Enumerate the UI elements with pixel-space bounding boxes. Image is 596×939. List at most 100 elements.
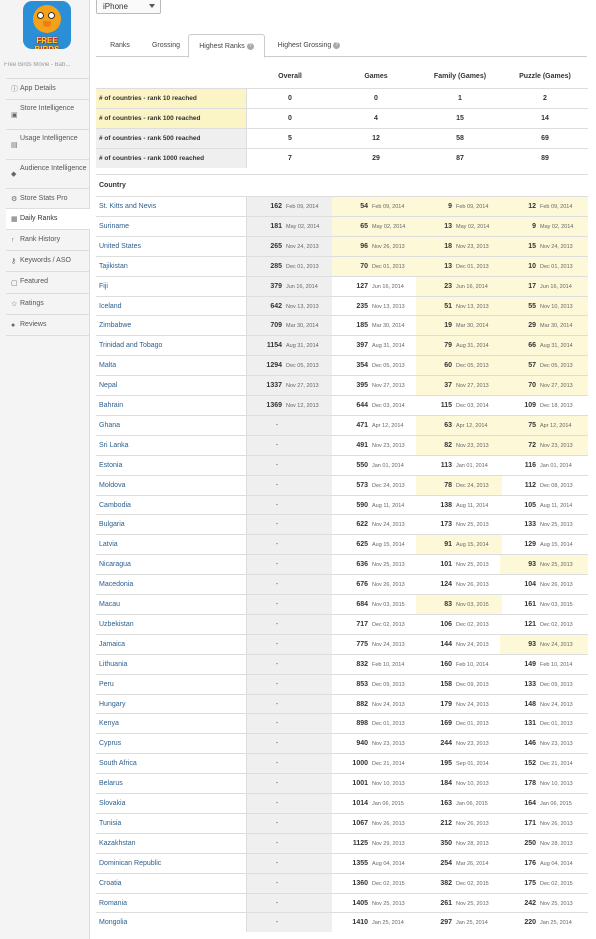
rank-cell-family: 83 Nov 03, 2015 — [416, 595, 502, 614]
rank-date: Nov 29, 2013 — [372, 840, 405, 847]
country-name[interactable]: Ghana — [96, 416, 246, 435]
rank-cell-puzzle: 9 May 02, 2014 — [500, 216, 588, 236]
sidebar-item-usage-intelligence[interactable]: ▤ Usage Intelligence — [6, 129, 90, 159]
sidebar-item-label: Store Stats Pro — [20, 195, 68, 202]
help-icon[interactable]: ? — [246, 42, 254, 50]
rank-value: 70 — [360, 262, 368, 270]
country-name[interactable]: Suriname — [96, 217, 246, 236]
country-name[interactable]: St. Kitts and Nevis — [96, 197, 246, 216]
country-name[interactable]: Tunisia — [96, 814, 246, 833]
country-name[interactable]: Jamaica — [96, 635, 246, 654]
sidebar-item-ratings[interactable]: ☆ Ratings — [6, 293, 90, 314]
rank-value: 1014 — [352, 800, 368, 807]
country-name[interactable]: Bulgaria — [96, 515, 246, 534]
rank-date: Nov 26, 2013 — [456, 582, 489, 589]
rank-date: Nov 13, 2013 — [456, 303, 489, 310]
rank-cell-games: 1405 Nov 25, 2013 — [332, 894, 418, 913]
rank-date: Dec 05, 2013 — [372, 363, 405, 370]
country-name[interactable]: Mongolia — [96, 913, 246, 932]
rank-cell-puzzle: 129 Aug 15, 2014 — [500, 535, 588, 554]
column-header: Family (Games) — [433, 73, 487, 80]
country-name[interactable]: Kazakhstan — [96, 834, 246, 853]
sidebar-item-reviews[interactable]: ● Reviews — [6, 314, 90, 335]
rank-cell-puzzle: 161 Nov 03, 2015 — [500, 595, 588, 614]
rank-value: 105 — [524, 501, 536, 509]
sidebar-item-keywords-aso[interactable]: ⚷ Keywords / ASO — [6, 250, 90, 271]
country-name[interactable]: Dominican Republic — [96, 854, 246, 873]
country-name[interactable]: Fiji — [96, 277, 246, 296]
country-name[interactable]: Cyprus — [96, 734, 246, 753]
rank-cell-puzzle: 93 Nov 25, 2013 — [500, 555, 588, 575]
no-rank: - — [275, 421, 279, 429]
no-rank: - — [275, 879, 279, 887]
country-name[interactable]: Lithuania — [96, 655, 246, 674]
help-icon[interactable]: ? — [333, 41, 341, 49]
country-name[interactable]: Zimbabwe — [96, 316, 246, 335]
sidebar-item-store-stats-pro[interactable]: ⚙ Store Stats Pro — [6, 188, 90, 208]
country-name[interactable]: Hungary — [96, 695, 246, 714]
sidebar-item-store-intelligence[interactable]: ▣ Store Intelligence — [6, 99, 90, 129]
country-name[interactable]: United States — [96, 237, 246, 256]
country-name[interactable]: Iceland — [96, 297, 246, 316]
rank-date: Dec 02, 2013 — [372, 621, 405, 628]
tab-highest-ranks[interactable]: Highest Ranks? — [188, 34, 265, 58]
rank-value: 13 — [444, 222, 452, 230]
country-name[interactable]: Malta — [96, 356, 246, 375]
country-name[interactable]: Croatia — [96, 874, 246, 893]
country-name[interactable]: Nepal — [96, 376, 246, 395]
rank-cell-games: 676 Nov 26, 2013 — [332, 575, 418, 594]
sidebar-item-audience-intelligence[interactable]: ◆ Audience Intelligence — [6, 159, 90, 188]
country-name[interactable]: South Africa — [96, 754, 246, 773]
rank-date: Nov 23, 2013 — [540, 442, 573, 449]
country-name[interactable]: Sri Lanka — [96, 436, 246, 455]
tab-ranks[interactable]: Ranks — [96, 34, 144, 57]
rank-cell-games: 235 Nov 13, 2013 — [332, 297, 418, 316]
country-name[interactable]: Slovakia — [96, 794, 246, 813]
country-name[interactable]: Trinidad and Tobago — [96, 336, 246, 355]
tab-grossing[interactable]: Grossing — [144, 34, 188, 57]
sidebar-item-daily-ranks[interactable]: ▦ Daily Ranks — [6, 208, 90, 229]
rank-date: Nov 24, 2013 — [540, 701, 573, 708]
country-name[interactable]: Tajikistan — [96, 257, 246, 276]
country-name[interactable]: Peru — [96, 675, 246, 694]
country-name[interactable]: Cambodia — [96, 496, 246, 515]
app-icon[interactable]: FREE BIRDS — [23, 1, 71, 49]
column-divider — [246, 236, 247, 256]
country-name[interactable]: Moldova — [96, 476, 246, 495]
country-name[interactable]: Latvia — [96, 535, 246, 554]
rank-cell-puzzle: 15 Nov 24, 2013 — [500, 236, 588, 256]
sidebar-item-rank-history[interactable]: ↑ Rank History — [6, 229, 90, 250]
rank-value: 1125 — [352, 839, 368, 847]
rank-cell-overall: 162 Feb 09, 2014 — [246, 197, 332, 216]
country-name[interactable]: Kenya — [96, 714, 246, 733]
tab-highest-grossing[interactable]: Highest Grossing? — [269, 34, 349, 57]
country-name[interactable]: Macedonia — [96, 575, 246, 594]
country-name[interactable]: Bahrain — [96, 396, 246, 415]
rank-date: Jan 25, 2014 — [540, 920, 572, 927]
rank-date: Nov 26, 2013 — [456, 820, 489, 827]
sidebar-item-app-details[interactable]: ⓘ App Details — [6, 78, 90, 98]
column-divider — [246, 316, 247, 336]
rank-value: 676 — [356, 581, 368, 589]
rank-cell-family: 60 Dec 05, 2013 — [416, 356, 502, 376]
rank-cell-puzzle: 220 Jan 25, 2014 — [500, 913, 588, 932]
country-name[interactable]: Romania — [96, 894, 246, 913]
rank-cell-family: 261 Nov 25, 2013 — [416, 894, 502, 913]
country-name[interactable]: Estonia — [96, 456, 246, 475]
country-name[interactable]: Macau — [96, 595, 246, 614]
rank-date: Nov 10, 2013 — [540, 781, 573, 788]
rank-date: Feb 09, 2014 — [456, 204, 489, 210]
rank-date: Nov 03, 2015 — [456, 602, 489, 608]
country-name[interactable]: Belarus — [96, 774, 246, 793]
country-name[interactable]: Nicaragua — [96, 555, 246, 574]
rank-date: Dec 01, 2013 — [372, 263, 405, 270]
country-name[interactable]: Uzbekistan — [96, 615, 246, 634]
rank-cell-overall: - — [246, 435, 332, 455]
rank-cell-games: 717 Dec 02, 2013 — [332, 615, 418, 634]
device-select[interactable]: iPhone — [96, 0, 161, 14]
rank-date: Mar 30, 2014 — [540, 323, 573, 330]
rank-value: 160 — [440, 660, 452, 668]
sidebar-item-featured[interactable]: ▢ Featured — [6, 271, 90, 293]
rank-cell-puzzle: 116 Jan 01, 2014 — [500, 456, 588, 475]
rank-date: Aug 11, 2014 — [456, 502, 489, 509]
